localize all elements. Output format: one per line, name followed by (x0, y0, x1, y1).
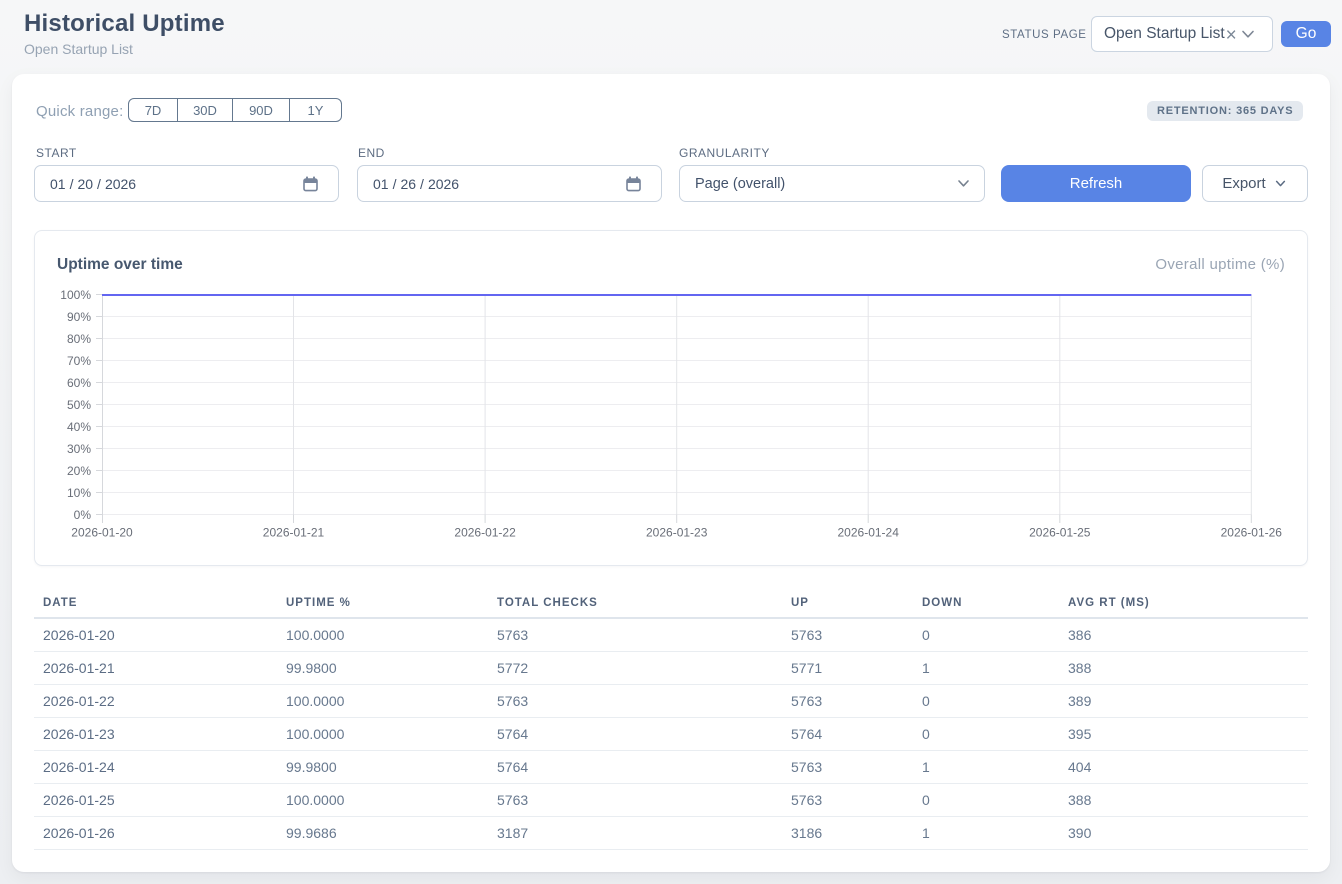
svg-text:20%: 20% (67, 464, 91, 478)
svg-text:80%: 80% (67, 332, 91, 346)
svg-text:2026-01-24: 2026-01-24 (838, 526, 900, 540)
svg-text:2026-01-25: 2026-01-25 (1029, 526, 1091, 540)
svg-text:2026-01-22: 2026-01-22 (454, 526, 516, 540)
svg-text:30%: 30% (67, 442, 91, 456)
svg-text:100%: 100% (60, 288, 91, 302)
svg-text:10%: 10% (67, 486, 91, 500)
svg-text:70%: 70% (67, 354, 91, 368)
svg-text:0%: 0% (74, 508, 92, 522)
svg-text:2026-01-26: 2026-01-26 (1221, 526, 1283, 540)
svg-text:2026-01-20: 2026-01-20 (71, 526, 133, 540)
svg-text:2026-01-23: 2026-01-23 (646, 526, 708, 540)
svg-text:60%: 60% (67, 376, 91, 390)
svg-text:90%: 90% (67, 310, 91, 324)
svg-text:40%: 40% (67, 420, 91, 434)
svg-text:50%: 50% (67, 398, 91, 412)
svg-text:2026-01-21: 2026-01-21 (263, 526, 325, 540)
